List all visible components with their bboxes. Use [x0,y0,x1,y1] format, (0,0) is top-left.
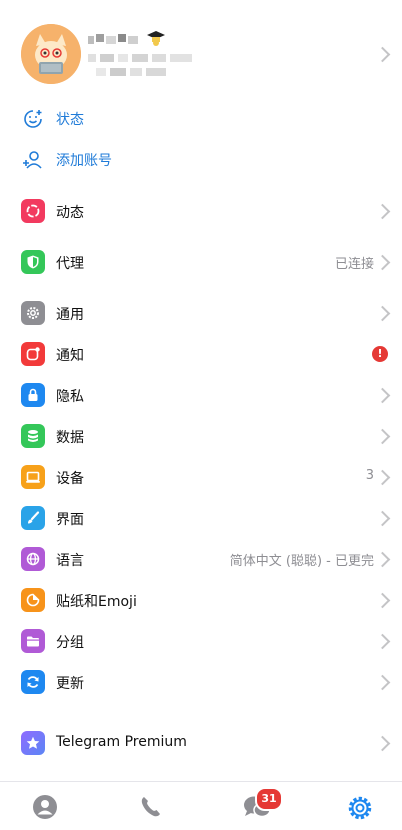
menu-data-label: 数据 [56,430,84,446]
menu-folders-label: 分组 [56,635,84,651]
tab-bar [0,781,402,830]
premium-star-icon [21,731,45,755]
graduation-cap-icon [146,28,166,48]
sticker-icon [21,588,45,612]
lock-icon [21,383,45,407]
menu-general-label: 通用 [56,307,84,323]
phone-icon [141,797,160,817]
notification-icon [21,342,45,366]
chevron-right-icon [374,551,391,568]
chevron-right-icon [374,387,391,404]
menu-devices[interactable]: 设备 3 [0,457,402,498]
moments-icon [21,199,45,223]
smiley-status-icon [22,108,44,130]
laptop-icon [21,465,45,489]
menu-proxy[interactable]: 代理 已连接 [0,242,402,283]
gear-icon [21,301,45,325]
menu-updates[interactable]: 更新 [0,662,402,703]
chats-unread-badge: 31 [255,787,283,811]
gear-icon [348,796,372,820]
menu-language[interactable]: 语言 简体中文 (聪聪) - 已更完 [0,539,402,580]
tab-calls[interactable] [138,794,164,820]
avatar[interactable] [21,24,81,84]
globe-icon [21,547,45,571]
menu-stickers[interactable]: 贴纸和Emoji [0,580,402,621]
chevron-right-icon [374,633,391,650]
chevron-right-icon [374,592,391,609]
menu-privacy[interactable]: 隐私 [0,375,402,416]
add-user-icon [22,149,44,171]
language-value: 简体中文 (聪聪) - 已更完 [229,554,374,569]
status-label: 状态 [56,112,84,128]
proxy-status-value: 已连接 [334,257,374,272]
chevron-right-icon [374,674,391,691]
menu-moments[interactable]: 动态 [0,191,402,232]
status-link[interactable]: 状态 [0,99,402,139]
shield-icon [21,250,45,274]
chevron-right-icon [374,428,391,445]
chevron-right-icon [374,469,391,486]
cat-avatar-icon [21,24,81,84]
menu-appearance-label: 界面 [56,512,84,528]
menu-moments-label: 动态 [56,205,84,221]
profile-phone-redacted [88,52,198,80]
tab-settings[interactable] [346,794,372,820]
tab-contacts[interactable] [32,794,58,820]
menu-premium-label: Telegram Premium [56,734,187,750]
profile-header[interactable] [0,0,402,100]
menu-language-label: 语言 [56,553,84,569]
database-icon [21,424,45,448]
menu-proxy-label: 代理 [56,256,84,272]
alert-icon: ! [372,346,388,362]
menu-folders[interactable]: 分组 [0,621,402,662]
menu-stickers-label: 贴纸和Emoji [56,594,137,610]
menu-devices-label: 设备 [56,471,84,487]
menu-privacy-label: 隐私 [56,389,84,405]
refresh-icon [21,670,45,694]
chevron-right-icon [374,254,391,271]
menu-updates-label: 更新 [56,676,84,692]
devices-count: 3 [365,468,374,483]
menu-notifications-label: 通知 [56,348,84,364]
menu-notifications[interactable]: 通知 ! [0,334,402,375]
chevron-right-icon [374,305,391,322]
menu-appearance[interactable]: 界面 [0,498,402,539]
chevron-right-icon [374,510,391,527]
person-circle-icon [33,795,57,819]
profile-name-redacted [88,30,152,46]
folder-icon [21,629,45,653]
chevron-right-icon [374,46,391,63]
menu-premium[interactable]: Telegram Premium [0,723,402,764]
menu-general[interactable]: 通用 [0,293,402,334]
add-account-label: 添加账号 [56,153,112,169]
add-account-link[interactable]: 添加账号 [0,140,402,180]
brush-icon [21,506,45,530]
chevron-right-icon [374,203,391,220]
chevron-right-icon [374,735,391,752]
menu-data[interactable]: 数据 [0,416,402,457]
